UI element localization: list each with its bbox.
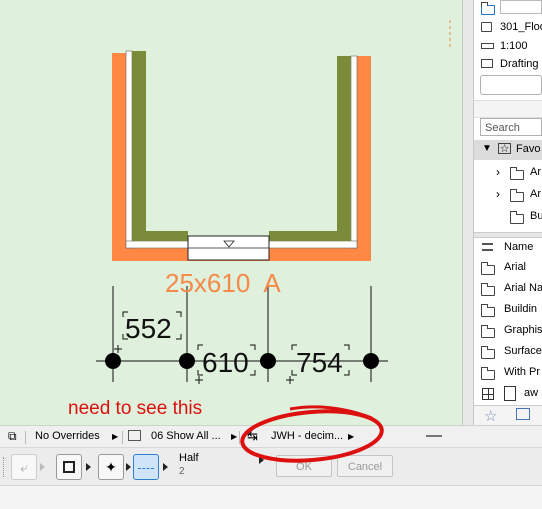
annotation-ellipse: [240, 405, 384, 463]
